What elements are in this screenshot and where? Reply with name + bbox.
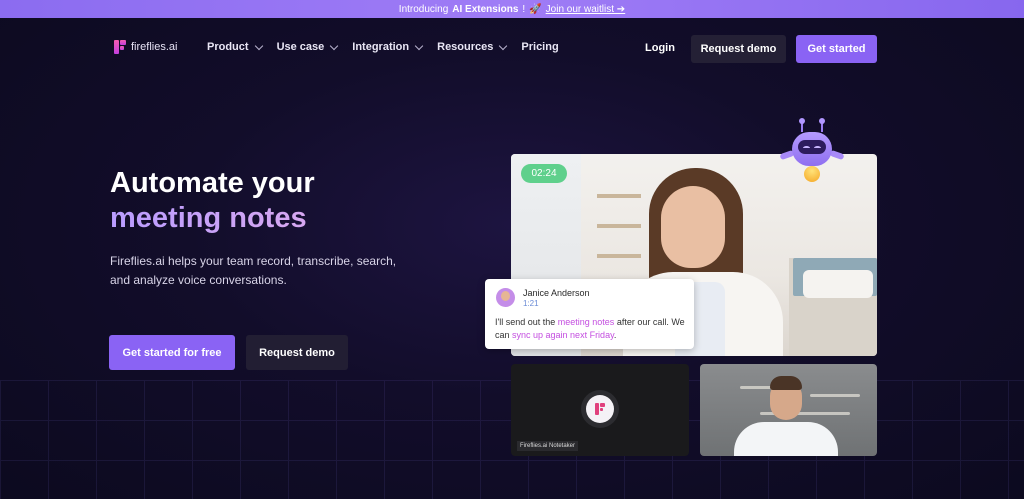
menu-product[interactable]: Product	[207, 41, 263, 53]
main-menu: Product Use case Integration Resources P…	[207, 41, 559, 53]
announcement-banner: Introducing AI Extensions! 🚀 Join our wa…	[0, 0, 1024, 18]
fireflies-avatar-icon	[581, 390, 619, 428]
menu-use-case[interactable]: Use case	[276, 41, 339, 53]
notetaker-video-tile: Fireflies.ai Notetaker	[511, 364, 689, 456]
speaker-name: Janice Anderson	[523, 288, 590, 298]
menu-resources[interactable]: Resources	[437, 41, 508, 53]
highlight-meeting-notes: meeting notes	[557, 317, 615, 327]
caption-timestamp: 1:21	[523, 299, 539, 308]
chevron-down-icon	[414, 41, 424, 50]
login-link[interactable]: Login	[645, 42, 675, 54]
logo-text: fireflies.ai	[131, 41, 178, 53]
request-demo-button[interactable]: Request demo	[691, 35, 786, 63]
chevron-down-icon	[499, 41, 508, 50]
avatar	[496, 288, 515, 307]
menu-integration[interactable]: Integration	[352, 41, 424, 53]
banner-exclaim: !	[522, 3, 526, 15]
hero-title-line1: Automate your	[110, 167, 315, 199]
hero-request-demo-button[interactable]: Request demo	[246, 335, 348, 370]
chevron-down-icon	[254, 41, 263, 50]
logo[interactable]: fireflies.ai	[114, 40, 177, 54]
hero-title: Automate your meeting notes	[110, 166, 315, 236]
rocket-icon: 🚀	[529, 3, 542, 15]
fireflies-logo-icon	[114, 40, 126, 54]
caption-text: I'll send out the meeting notes after ou…	[495, 317, 685, 340]
get-started-free-button[interactable]: Get started for free	[109, 335, 235, 370]
get-started-button[interactable]: Get started	[796, 35, 877, 63]
chevron-down-icon	[330, 41, 339, 50]
menu-label: Product	[207, 41, 249, 53]
participant-man-video-tile	[700, 364, 877, 456]
menu-label: Pricing	[521, 41, 559, 53]
waitlist-link[interactable]: Join our waitlist ➔	[546, 4, 626, 15]
menu-pricing[interactable]: Pricing	[521, 41, 558, 53]
banner-prefix: Introducing	[398, 3, 449, 15]
hero-title-line2: meeting notes	[110, 201, 315, 236]
notetaker-label: Fireflies.ai Notetaker	[517, 441, 579, 451]
robot-mascot-icon	[779, 118, 845, 190]
menu-label: Integration	[352, 41, 410, 53]
menu-label: Resources	[437, 41, 494, 53]
menu-label: Use case	[276, 41, 325, 53]
hero-subtitle: Fireflies.ai helps your team record, tra…	[110, 254, 397, 287]
transcript-caption-card: Janice Anderson 1:21 I'll send out the m…	[485, 279, 694, 349]
call-timer: 02:24	[521, 164, 567, 183]
highlight-sync-up: sync up again next Friday	[512, 330, 614, 340]
banner-highlight: AI Extensions	[452, 3, 519, 15]
top-nav: fireflies.ai Product Use case Integratio…	[0, 18, 1024, 80]
